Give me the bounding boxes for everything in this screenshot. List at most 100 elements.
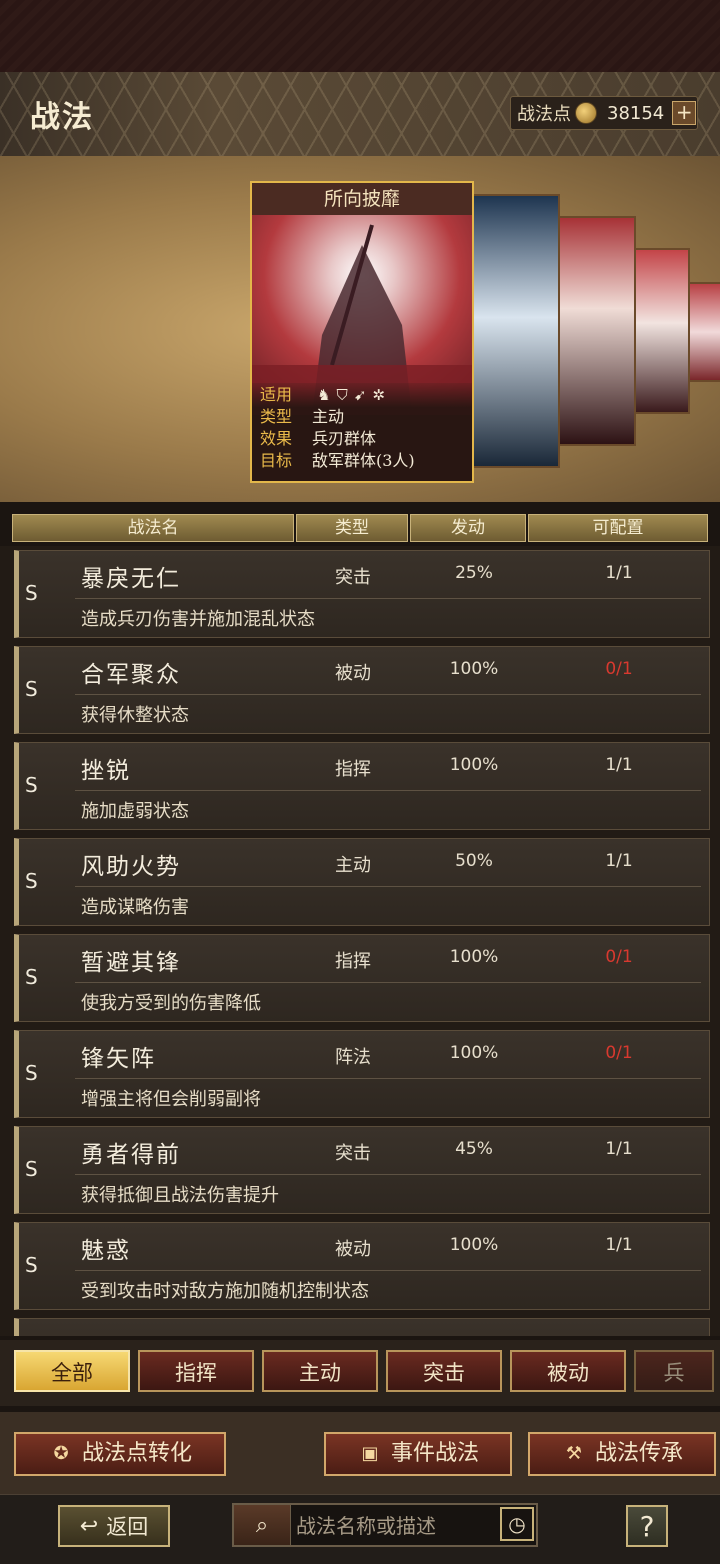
tab-filter-1[interactable]: 指挥 (138, 1350, 254, 1392)
skill-config: 0/1 (605, 659, 633, 679)
bottom-bar: ↩ 返回 ⌕ ◷ ? (0, 1494, 720, 1564)
featured-skill-info: 适用 ♞⛉➹✲ 类型 主动 效果 兵刃群体 目标 敌军群体(3人) (252, 383, 472, 481)
skill-grade: S (25, 1157, 38, 1181)
cavalry-icon: ♞ (317, 386, 337, 404)
skill-grade: S (25, 1253, 38, 1277)
skill-row[interactable]: S 暴戾无仁 突击 25% 1/1 造成兵刃伤害并施加混乱状态 (14, 550, 710, 638)
tab-filter-2[interactable]: 主动 (262, 1350, 378, 1392)
skill-grade: S (25, 965, 38, 989)
col-header-rate[interactable]: 发动 (410, 514, 526, 542)
skill-config: 1/1 (605, 1235, 633, 1255)
skill-rate: 25% (455, 563, 493, 583)
row-divider (75, 886, 701, 887)
back-arrow-icon: ↩ (79, 1513, 99, 1539)
row-divider (75, 694, 701, 695)
featured-skill-card[interactable]: 所向披靡 适用 ♞⛉➹✲ 类型 主动 效果 兵刃群体 目标 敌军群体(3人) (250, 181, 474, 483)
skill-points-label: 战法点 (517, 104, 571, 125)
featured-row-target: 目标 敌军群体(3人) (260, 451, 415, 470)
skill-row[interactable]: S 魅惑 被动 100% 1/1 受到攻击时对敌方施加随机控制状态 (14, 1222, 710, 1310)
col-header-type[interactable]: 类型 (296, 514, 408, 542)
tab-filter-3[interactable]: 突击 (386, 1350, 502, 1392)
skill-type: 指挥 (335, 759, 371, 780)
skill-name: 挫锐 (81, 758, 131, 784)
skill-description: 增强主将但会削弱副将 (81, 1089, 261, 1110)
skill-card-preview[interactable] (556, 216, 636, 446)
back-button[interactable]: ↩ 返回 (58, 1505, 170, 1547)
wheel-icon: ✲ (372, 386, 391, 404)
skill-type: 被动 (335, 663, 371, 684)
skill-name: 魅惑 (81, 1238, 131, 1264)
row-divider (75, 982, 701, 983)
skill-row[interactable]: S 锋矢阵 阵法 100% 0/1 增强主将但会削弱副将 (14, 1030, 710, 1118)
skill-card-preview[interactable] (470, 194, 560, 468)
convert-points-label: 战法点转化 (81, 1441, 192, 1466)
featured-row-effect: 效果 兵刃群体 (260, 429, 377, 448)
featured-row-applicable: 适用 ♞⛉➹✲ (260, 385, 391, 404)
tab-filter-4[interactable]: 被动 (510, 1350, 626, 1392)
skill-card-preview[interactable] (686, 282, 720, 382)
skill-description: 施加虚弱状态 (81, 801, 189, 822)
skill-config: 1/1 (605, 755, 633, 775)
skill-card-preview[interactable] (632, 248, 690, 414)
col-header-config[interactable]: 可配置 (528, 514, 708, 542)
page-title: 战法 (30, 100, 94, 135)
search-icon[interactable]: ⌕ (234, 1505, 291, 1545)
skill-grade: S (25, 773, 38, 797)
coin-icon (575, 102, 597, 124)
skill-description: 受到攻击时对敌方施加随机控制状态 (81, 1281, 369, 1302)
skill-name: 锋矢阵 (81, 1046, 156, 1072)
skill-row[interactable] (14, 1318, 710, 1336)
row-divider (75, 1270, 701, 1271)
help-button[interactable]: ? (626, 1505, 668, 1547)
inherit-skill-button[interactable]: ⚒ 战法传承 (528, 1432, 716, 1476)
skill-config: 1/1 (605, 1139, 633, 1159)
skill-name: 合军聚众 (81, 662, 181, 688)
skill-points-display: 战法点 38154 + (510, 96, 698, 130)
skill-row[interactable]: S 风助火势 主动 50% 1/1 造成谋略伤害 (14, 838, 710, 926)
skill-rate: 45% (455, 1139, 493, 1159)
bow-icon: ➹ (353, 386, 373, 404)
skill-description: 获得抵御且战法伤害提升 (81, 1185, 279, 1206)
skill-type: 被动 (335, 1239, 371, 1260)
row-divider (75, 598, 701, 599)
skill-grade: S (25, 677, 38, 701)
filter-tabs: 全部 指挥 主动 突击 被动兵 (0, 1340, 720, 1406)
skill-row[interactable]: S 勇者得前 突击 45% 1/1 获得抵御且战法伤害提升 (14, 1126, 710, 1214)
skill-config: 0/1 (605, 947, 633, 967)
skill-row[interactable]: S 暂避其锋 指挥 100% 0/1 使我方受到的伤害降低 (14, 934, 710, 1022)
col-header-name[interactable]: 战法名 (12, 514, 294, 542)
skill-type: 指挥 (335, 951, 371, 972)
skill-description: 造成兵刃伤害并施加混乱状态 (81, 609, 315, 630)
skill-row[interactable]: S 合军聚众 被动 100% 0/1 获得休整状态 (14, 646, 710, 734)
skill-description: 获得休整状态 (81, 705, 189, 726)
skill-rate: 50% (455, 851, 493, 871)
skill-name: 暂避其锋 (81, 950, 181, 976)
skill-rate: 100% (449, 755, 499, 775)
row-divider (75, 1174, 701, 1175)
plus-icon[interactable]: + (672, 101, 697, 125)
list-column-headers: 战法名 类型 发动 可配置 (12, 514, 708, 542)
skill-name: 暴戾无仁 (81, 566, 181, 592)
skill-name: 勇者得前 (81, 1142, 181, 1168)
action-bar: ✪ 战法点转化 ▣ 事件战法 ⚒ 战法传承 (0, 1412, 720, 1494)
history-clock-icon[interactable]: ◷ (500, 1507, 534, 1541)
featured-row-type: 类型 主动 (260, 407, 345, 426)
skill-list[interactable]: S 暴戾无仁 突击 25% 1/1 造成兵刃伤害并施加混乱状态 S 合军聚众 被动 100% 0/1… (0, 546, 720, 1336)
convert-points-button[interactable]: ✪ 战法点转化 (14, 1432, 226, 1476)
tab-all[interactable]: 全部 (14, 1350, 130, 1392)
skill-config: 0/1 (605, 1043, 633, 1063)
skill-name: 风助火势 (81, 854, 181, 880)
search-box: ⌕ ◷ (232, 1503, 538, 1547)
scroll-icon: ▣ (361, 1443, 379, 1464)
inherit-skill-label: 战法传承 (594, 1441, 683, 1466)
search-input[interactable] (294, 1505, 498, 1547)
skill-grade: S (25, 869, 38, 893)
event-skills-label: 事件战法 (390, 1441, 479, 1466)
skill-row[interactable]: S 挫锐 指挥 100% 1/1 施加虚弱状态 (14, 742, 710, 830)
event-skills-button[interactable]: ▣ 事件战法 (324, 1432, 512, 1476)
top-decor-strip (0, 0, 720, 72)
skill-grade: S (25, 581, 38, 605)
skill-description: 使我方受到的伤害降低 (81, 993, 261, 1014)
tab-filter-5[interactable]: 兵 (634, 1350, 714, 1392)
skill-points-value: 38154 (607, 102, 665, 124)
